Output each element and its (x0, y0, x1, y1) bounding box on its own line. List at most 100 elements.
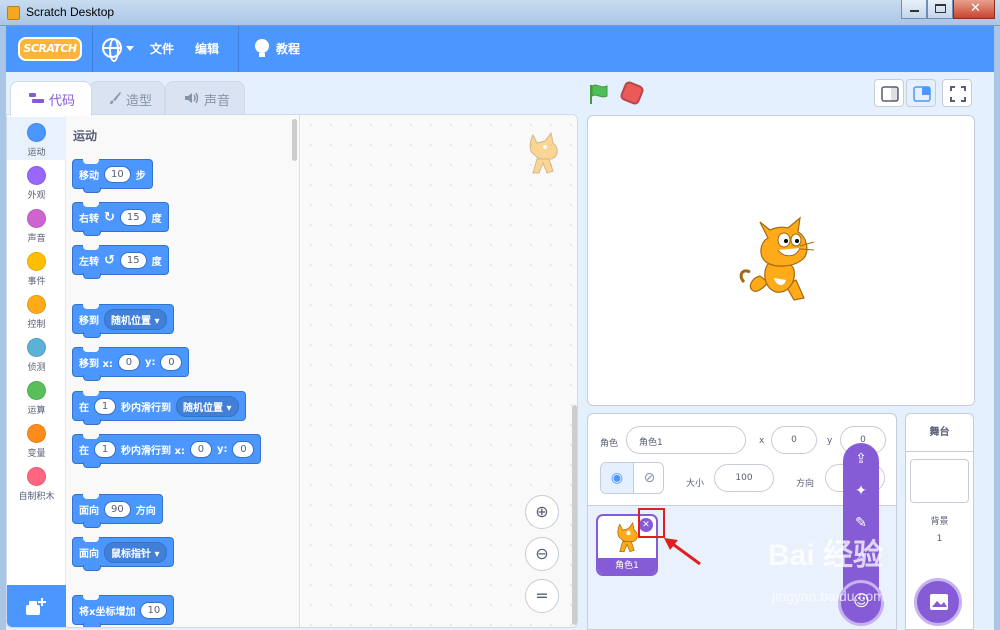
tutorials-bulb-icon[interactable] (255, 39, 269, 57)
tab-costumes[interactable]: 造型 (89, 81, 165, 115)
large-stage-button[interactable] (906, 79, 936, 107)
scratch-logo[interactable]: SCRATCH (18, 37, 82, 61)
category-variables[interactable]: 变量 (7, 418, 66, 461)
zoom-in-icon: ⊕ (535, 502, 549, 521)
y-label: y (827, 436, 833, 446)
zoom-reset-button[interactable]: = (525, 579, 559, 613)
block-change-x[interactable]: 将x坐标增加 10 (72, 595, 175, 627)
category-operators[interactable]: 运算 (7, 375, 66, 418)
choose-backdrop-button[interactable] (914, 578, 962, 626)
surprise-icon[interactable]: ✦ (851, 483, 871, 503)
add-extension-button[interactable] (7, 585, 66, 627)
fullscreen-button[interactable] (942, 79, 972, 107)
cat-sprite-icon[interactable] (738, 216, 818, 306)
number-input[interactable]: 0 (160, 353, 183, 371)
menu-divider (238, 26, 239, 72)
menu-tutorials[interactable]: 教程 (276, 40, 300, 57)
block-point-towards[interactable]: 面向 鼠标指针 (72, 537, 174, 571)
block-goto[interactable]: 移到 随机位置 (72, 304, 174, 338)
watermark-text: Bai 经验 (768, 539, 884, 572)
menu-edit[interactable]: 编辑 (195, 40, 219, 57)
window-border-right (994, 26, 1000, 630)
number-input[interactable]: 10 (140, 601, 168, 619)
category-myblocks[interactable]: 自制积木 (7, 461, 66, 504)
zoom-in-button[interactable]: ⊕ (525, 495, 559, 529)
small-stage-icon (881, 86, 899, 102)
palette-heading: 运动 (73, 129, 98, 143)
annotation-arrow-icon (664, 538, 701, 566)
rotate-left-icon: ↺ (104, 252, 115, 268)
category-motion[interactable]: 运动 (7, 117, 66, 160)
number-input[interactable]: 15 (119, 208, 147, 226)
dropdown-input[interactable]: 随机位置 (104, 308, 167, 330)
number-input[interactable]: 15 (119, 251, 147, 269)
block-turn-right[interactable]: 右转 ↻ 15 度 (72, 202, 169, 236)
stage-canvas[interactable] (587, 115, 975, 406)
backdrop-image-icon (930, 594, 948, 610)
dropdown-input[interactable]: 鼠标指针 (104, 541, 167, 563)
language-globe-icon[interactable] (102, 38, 122, 62)
show-eye-icon[interactable]: ◉ (601, 463, 633, 493)
number-input[interactable]: 0 (189, 440, 212, 458)
number-input[interactable]: 0 (117, 353, 140, 371)
block-move-steps[interactable]: 移动 10 步 (72, 159, 153, 193)
category-events[interactable]: 事件 (7, 246, 66, 289)
sprite-watermark-cat-icon (529, 131, 558, 174)
green-flag-icon[interactable] (587, 83, 611, 105)
chevron-down-icon (126, 46, 134, 51)
equals-icon: = (535, 586, 549, 605)
window-title: Scratch Desktop (26, 5, 115, 19)
menu-file[interactable]: 文件 (150, 40, 174, 57)
zoom-out-icon: ⊖ (535, 544, 549, 563)
code-blocks-icon (29, 92, 45, 108)
block-palette: 运动 移动10步 右转↻15度 左转↺15度 移到随机位置 移到 x:0y:0 … (66, 115, 300, 627)
number-input[interactable]: 90 (104, 500, 131, 518)
number-input[interactable]: 10 (104, 165, 131, 183)
close-window-button[interactable]: ✕ (953, 0, 995, 19)
number-input[interactable]: 1 (94, 397, 116, 415)
paintbrush-icon (108, 91, 122, 109)
block-glide-xy[interactable]: 在 1 秒内滑行到 x: 0 y: 0 (72, 434, 262, 468)
number-input[interactable]: 1 (94, 440, 116, 458)
small-stage-button[interactable] (874, 79, 904, 107)
window-titlebar: Scratch Desktop ✕ (0, 0, 1000, 26)
backdrop-label: 背景 (930, 517, 949, 527)
x-input[interactable]: 0 (771, 426, 817, 454)
block-glide[interactable]: 在 1 秒内滑行到 随机位置 (72, 391, 246, 425)
zoom-out-button[interactable]: ⊖ (525, 537, 559, 571)
category-dot-icon (27, 252, 46, 271)
category-dot-icon (27, 166, 46, 185)
category-looks[interactable]: 外观 (7, 160, 66, 203)
tab-sounds[interactable]: 声音 (165, 81, 245, 115)
minimize-button[interactable] (901, 0, 927, 19)
category-dot-icon (27, 209, 46, 228)
hide-eye-icon[interactable]: ⊘ (633, 463, 663, 493)
block-goto-xy[interactable]: 移到 x: 0 y: 0 (72, 347, 190, 381)
block-turn-left[interactable]: 左转 ↺ 15 度 (72, 245, 169, 279)
x-label: x (759, 436, 765, 446)
sprite-name-label: 角色 (600, 439, 619, 449)
size-input[interactable]: 100 (714, 464, 774, 492)
category-sensing[interactable]: 侦测 (7, 332, 66, 375)
watermark-url: jingyan.baidu.com (772, 588, 885, 604)
workspace-scrollbar[interactable] (572, 405, 577, 625)
speaker-icon (184, 91, 200, 109)
dropdown-input[interactable]: 随机位置 (176, 395, 239, 417)
rotate-right-icon: ↻ (104, 209, 115, 225)
category-sound[interactable]: 声音 (7, 203, 66, 246)
palette-scrollbar[interactable] (292, 119, 297, 161)
category-dot-icon (27, 295, 46, 314)
category-control[interactable]: 控制 (7, 289, 66, 332)
number-input[interactable]: 0 (232, 440, 255, 458)
stage-thumbnail[interactable] (910, 459, 969, 503)
menu-divider (92, 26, 93, 72)
large-stage-icon (913, 86, 931, 102)
sprite-name-input[interactable]: 角色1 (626, 426, 746, 454)
size-label: 大小 (686, 479, 705, 489)
backdrop-count: 1 (936, 534, 943, 544)
block-point-direction[interactable]: 面向 90 方向 (72, 494, 163, 528)
upload-icon[interactable]: ⇪ (851, 451, 871, 471)
maximize-button[interactable] (927, 0, 953, 19)
menu-bar: SCRATCH 文件 编辑 教程 (6, 26, 994, 72)
tab-code[interactable]: 代码 (10, 81, 92, 116)
